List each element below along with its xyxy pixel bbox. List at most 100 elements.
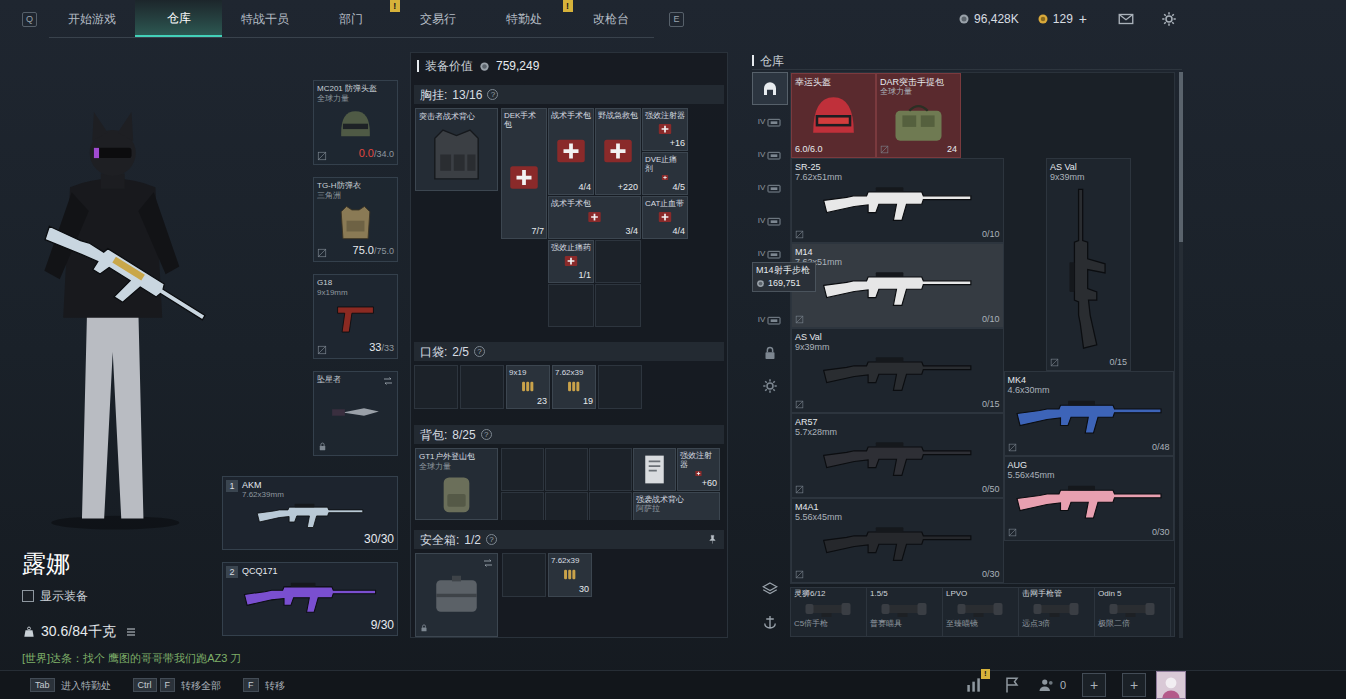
sidebar-item[interactable]: IV: [752, 204, 788, 237]
item-caliber: 5.56x45mm: [1008, 470, 1170, 480]
nav-tab[interactable]: 改枪台: [568, 0, 654, 37]
sidebar-item[interactable]: [752, 605, 788, 638]
flag-icon[interactable]: [1002, 675, 1022, 695]
inventory-item[interactable]: 战术手术包3/4: [548, 196, 641, 239]
nav-tab[interactable]: 交易行: [395, 0, 481, 37]
carrier-name: GT1户外登山包: [419, 452, 494, 462]
checkbox[interactable]: [22, 590, 34, 602]
rig-card[interactable]: 突击者战术背心: [415, 108, 498, 191]
weapon-title: QCQ171: [242, 566, 278, 576]
gear-slot[interactable]: MC201 防弹头盔全球力量0.0/34.0: [313, 80, 398, 165]
friends-button[interactable]: 0: [1038, 676, 1066, 694]
warehouse-header: 仓库: [752, 52, 1182, 70]
med-icon: [504, 129, 544, 226]
stats-button[interactable]: !: [964, 675, 984, 695]
help-button[interactable]: ?: [474, 346, 485, 357]
warehouse-item[interactable]: M4A15.56x45mm0/30: [791, 498, 1004, 583]
weight-row: 30.6/84千克: [22, 621, 222, 642]
pistol-icon: [317, 298, 394, 341]
inventory-item[interactable]: 强效止痛药1/1: [548, 240, 594, 283]
item-footer: 30: [551, 584, 589, 594]
sidebar-item[interactable]: [752, 572, 788, 605]
tier-icon: [766, 180, 782, 196]
add-currency-button[interactable]: +: [1079, 9, 1087, 30]
inventory-item[interactable]: 战术手术包4/4: [548, 108, 594, 195]
scrollbar-thumb[interactable]: [1179, 72, 1183, 242]
nav-tab[interactable]: 特战干员: [222, 0, 308, 37]
warehouse-item[interactable]: AUG5.56x45mm0/30: [1004, 456, 1174, 541]
melee-icon: [317, 387, 394, 438]
inventory-item[interactable]: 强效注射器+16: [642, 108, 688, 151]
inventory-item[interactable]: 强袭战术背心阿萨拉: [633, 492, 720, 520]
nav-tab[interactable]: 开始游戏: [49, 0, 135, 37]
operator-figure: [0, 38, 222, 549]
gear-slot[interactable]: G189x19mm33/33: [313, 274, 398, 359]
sidebar-item[interactable]: IV: [752, 303, 788, 336]
layers-icon: [761, 580, 779, 598]
nav-tab[interactable]: 特勤处!: [481, 0, 567, 37]
operator-area: 露娜显示装备30.6/84千克MC201 防弹头盔全球力量0.0/34.0TG-…: [0, 38, 405, 670]
attachment-item[interactable]: 击网手枪管远点3倍: [1019, 588, 1095, 636]
warehouse-item[interactable]: M147.62x51mm0/10: [791, 243, 1004, 328]
warehouse-item[interactable]: AS Val9x39mm0/15: [1046, 158, 1131, 371]
case-header: [419, 557, 494, 569]
gear-slot[interactable]: 坠星者: [313, 371, 398, 456]
item-name: 强效止痛药: [551, 243, 591, 252]
warehouse-item[interactable]: AS Val9x39mm0/15: [791, 328, 1004, 413]
sidebar-item[interactable]: IV: [752, 138, 788, 171]
warehouse-item[interactable]: DAR突击手提包全球力量24: [876, 73, 961, 158]
ammo-count: 0/48: [1152, 442, 1170, 452]
list-icon[interactable]: [125, 626, 137, 638]
show-gear-toggle[interactable]: 显示装备: [22, 587, 222, 605]
key-hint-group[interactable]: CtrlF转移全部: [133, 678, 222, 693]
inventory-item[interactable]: DEK手术包7/7: [501, 108, 547, 239]
attachment-name: 1.5/5: [870, 589, 939, 599]
key-hint-group[interactable]: F转移: [243, 678, 285, 693]
attachment-subtitle: 普赛瞄具: [870, 619, 939, 629]
gear-icon[interactable]: [1160, 10, 1178, 28]
attachment-item[interactable]: LPVO至臻瞄镜: [943, 588, 1019, 636]
help-button[interactable]: ?: [487, 89, 498, 100]
inventory-item[interactable]: 7.62x3919: [552, 365, 596, 409]
secure-case-card[interactable]: [415, 553, 498, 637]
inventory-item[interactable]: DVE止痛剂4/5: [642, 152, 688, 195]
help-button[interactable]: ?: [481, 429, 492, 440]
weapon-slot[interactable]: 1AKM7.62x39mm30/30: [222, 476, 398, 550]
sidebar-item[interactable]: IV: [752, 105, 788, 138]
inventory-item[interactable]: [633, 448, 676, 491]
warehouse-item[interactable]: 幸运头盔6.0/6.0: [791, 73, 876, 158]
warehouse-item[interactable]: SR-257.62x51mm0/10: [791, 158, 1004, 243]
sidebar-item[interactable]: [752, 336, 788, 369]
section-capacity: 2/5: [452, 343, 469, 361]
durability: 0.0/34.0: [359, 147, 394, 161]
nav-tab[interactable]: 部门!: [308, 0, 394, 37]
gear-slot[interactable]: TG-H防弹衣三角洲75.0/75.0: [313, 177, 398, 262]
scope-icon: [1098, 599, 1167, 619]
weapon-slot[interactable]: 2QCQ1719/30: [222, 562, 398, 636]
backpack-card[interactable]: GT1户外登山包全球力量: [415, 448, 498, 520]
durability-max: /75.0: [374, 246, 394, 256]
attachment-item[interactable]: Odin 5极限二倍: [1095, 588, 1171, 636]
attachment-item[interactable]: 1.5/5 普赛瞄具: [867, 588, 943, 636]
sidebar-item[interactable]: IV: [752, 171, 788, 204]
warehouse-item[interactable]: MK44.6x30mm0/48: [1004, 371, 1174, 456]
warehouse-item[interactable]: AR575.7x28mm0/50: [791, 413, 1004, 498]
key-hint-group[interactable]: Tab进入特勤处: [30, 678, 111, 693]
sidebar-item[interactable]: [752, 72, 788, 105]
attachment-item[interactable]: 灵狮6/12C5倍手枪: [791, 588, 867, 636]
ammo-count: 0/30: [1152, 527, 1170, 537]
help-button[interactable]: ?: [486, 534, 497, 545]
inventory-item[interactable]: CAT止血带4/4: [642, 196, 688, 239]
inventory-item[interactable]: 7.62x3930: [548, 553, 592, 597]
durability: 75.0/75.0: [353, 244, 394, 258]
operator-column: 露娜显示装备30.6/84千克: [0, 38, 222, 648]
inventory-item[interactable]: 野战急救包+220: [595, 108, 641, 195]
inventory-item[interactable]: 强效注射器+60: [677, 448, 720, 491]
sidebar-item[interactable]: [752, 369, 788, 402]
scrollbar[interactable]: [1179, 72, 1183, 638]
inventory-item[interactable]: 9x1923: [506, 365, 550, 409]
scope-icon: [1022, 599, 1091, 619]
tier-label: IV: [758, 118, 766, 126]
nav-tab[interactable]: 仓库: [135, 0, 221, 37]
mail-icon[interactable]: [1117, 10, 1135, 28]
